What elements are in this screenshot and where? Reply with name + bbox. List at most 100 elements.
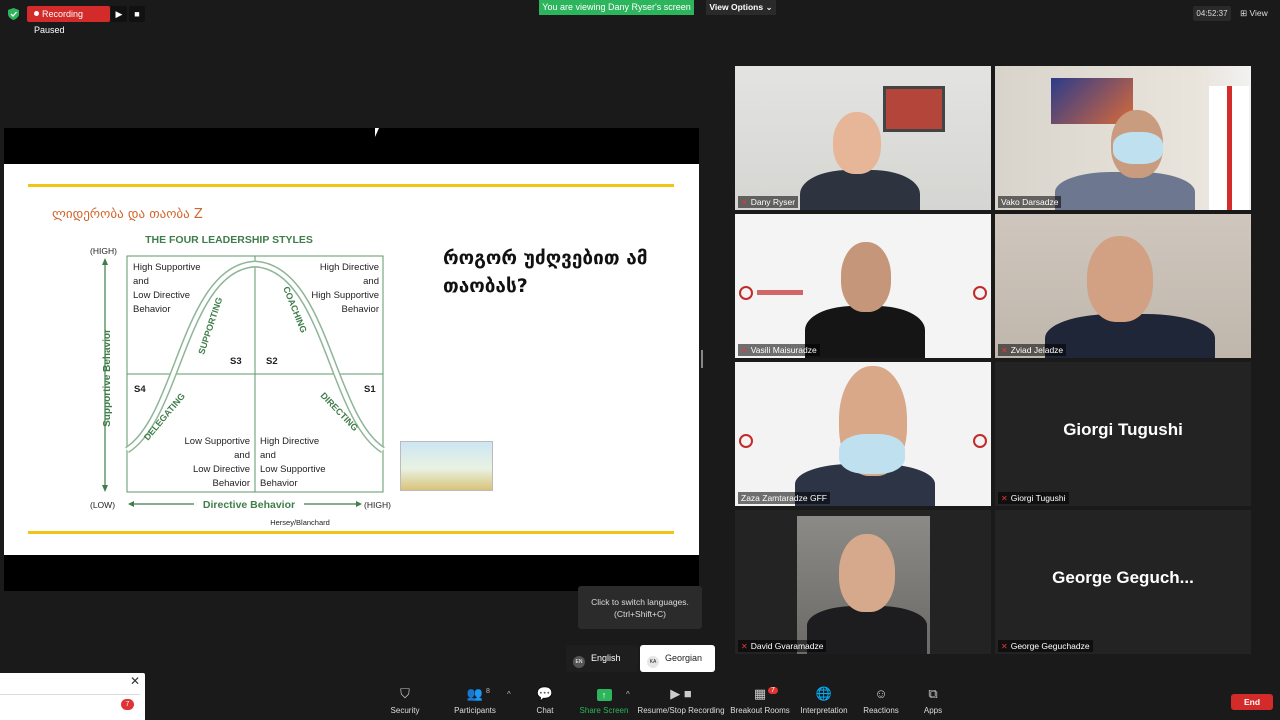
popup-divider <box>0 694 140 695</box>
apps-icon: ⧉ <box>928 686 938 701</box>
participant-name: Giorgi Tugushi <box>1010 493 1066 503</box>
mic-muted-icon: ✕ <box>1001 346 1008 355</box>
participants-caret-icon[interactable]: ^ <box>507 690 511 699</box>
resume-stop-recording-button[interactable]: ▶ ■ Resume/Stop Recording <box>636 686 726 715</box>
presentation-slide: ლიდერობა და თაობა Z THE FOUR LEADERSHIP … <box>4 164 699 555</box>
security-label: Security <box>390 706 420 715</box>
face-mask <box>839 434 905 474</box>
gff-logo <box>973 434 987 448</box>
breakout-rooms-button[interactable]: ▦ 7 Breakout Rooms <box>730 686 790 715</box>
cartoon-image <box>400 441 493 491</box>
mouse-cursor-icon <box>375 128 379 137</box>
participant-name-label: Vako Darsadze <box>998 196 1062 208</box>
end-meeting-button[interactable]: End <box>1231 694 1273 710</box>
participant-tile-zaza-zamtaradze[interactable]: Zaza Zamtaradze GFF <box>735 362 991 506</box>
interpretation-button[interactable]: 🌐 Interpretation <box>798 686 850 715</box>
slide-question: როგორ უძღვებით ამ თაობას? <box>443 247 648 297</box>
share-screen-label: Share Screen <box>579 706 629 715</box>
person-body <box>805 306 925 358</box>
x-high-label: (HIGH) <box>364 500 391 510</box>
chat-button[interactable]: 💬 Chat <box>532 686 558 715</box>
tooltip-line2: (Ctrl+Shift+C) <box>614 609 666 619</box>
diagram-title: THE FOUR LEADERSHIP STYLES <box>145 234 313 246</box>
view-options-button[interactable]: View Options ⌄ <box>706 0 776 15</box>
participant-name-label: Zaza Zamtaradze GFF <box>738 492 830 504</box>
leadership-styles-diagram: THE FOUR LEADERSHIP STYLES (HIGH) (LOW) … <box>90 234 391 527</box>
participant-tile-david-gvaramadze[interactable]: ✕ David Gvaramadze <box>735 510 991 654</box>
grid-icon: ⊞ <box>1240 8 1248 18</box>
view-button[interactable]: ⊞ View <box>1240 6 1268 21</box>
share-screen-icon: ↑ <box>578 686 630 702</box>
participant-tile-vako-darsadze[interactable]: Vako Darsadze <box>995 66 1251 210</box>
participant-tile-vasili-maisuradze[interactable]: ✕ Vasili Maisuradze <box>735 214 991 358</box>
viewing-screen-banner: You are viewing Dany Ryser's screen <box>539 0 694 15</box>
participant-name: David Gvaramadze <box>750 641 824 651</box>
close-icon[interactable]: ✕ <box>130 674 140 688</box>
stop-recording-button[interactable]: ■ <box>129 6 145 22</box>
participant-tile-giorgi-tugushi[interactable]: Giorgi Tugushi ✕ Giorgi Tugushi <box>995 362 1251 506</box>
reactions-button[interactable]: ☺ Reactions <box>862 686 900 715</box>
s3-desc-line2: and <box>133 276 149 287</box>
participants-button[interactable]: 👥 8 Participants <box>452 686 498 715</box>
chat-label: Chat <box>536 706 554 715</box>
participants-count: 8 <box>486 688 490 695</box>
mic-muted-icon: ✕ <box>741 642 748 651</box>
participant-name: Dany Ryser <box>750 197 796 207</box>
credit-label: Hersey/Blanchard <box>270 518 330 527</box>
language-georgian-button[interactable]: KA Georgian <box>640 645 715 672</box>
split-view-handle[interactable] <box>701 350 703 368</box>
s4-desc-line1: Low Supportive <box>185 436 250 447</box>
chevron-down-icon: ⌄ <box>765 2 773 12</box>
participant-tile-dany-ryser[interactable]: ✕ Dany Ryser <box>735 66 991 210</box>
security-button[interactable]: ⛉ Security <box>388 686 422 715</box>
participant-name-label: ✕ Zviad Jeladze <box>998 344 1067 356</box>
language-label: Georgian <box>665 653 703 663</box>
gff-logo <box>973 286 987 300</box>
share-screen-button[interactable]: ↑ Share Screen <box>578 686 630 715</box>
s2-label: S2 <box>266 356 278 367</box>
s3-desc-line3: Low Directive <box>133 290 190 301</box>
s1-desc-line2: and <box>260 450 276 461</box>
person-head <box>1087 236 1153 322</box>
mic-muted-icon: ✕ <box>1001 494 1008 503</box>
participant-tile-zviad-jeladze[interactable]: ✕ Zviad Jeladze <box>995 214 1251 358</box>
banner-text <box>757 290 803 295</box>
breakout-label: Breakout Rooms <box>730 706 790 715</box>
person-head <box>833 112 881 174</box>
s4-desc-line4: Behavior <box>213 478 251 489</box>
apps-button[interactable]: ⧉ Apps <box>920 686 946 715</box>
y-axis-label: Supportive Behavior <box>102 329 113 427</box>
language-switch-tooltip: Click to switch languages. (Ctrl+Shift+C… <box>578 586 702 629</box>
apps-label: Apps <box>923 706 943 715</box>
view-label: View <box>1249 8 1268 18</box>
resume-recording-button[interactable]: ▶ <box>111 6 127 22</box>
shield-check-icon[interactable] <box>8 8 19 20</box>
recording-status-badge: Recording Paused <box>27 6 110 35</box>
chat-popup: ✕ 7 <box>0 673 145 720</box>
people-icon: 👥 <box>466 686 484 701</box>
shield-icon: ⛉ <box>400 686 410 701</box>
shared-screen: ლიდერობა და თაობა Z THE FOUR LEADERSHIP … <box>4 128 699 591</box>
resume-stop-label: Resume/Stop Recording <box>637 706 725 715</box>
flag-stripe <box>1227 86 1232 210</box>
wall-picture <box>883 86 945 132</box>
view-options-label: View Options <box>709 2 764 12</box>
zoom-window: Recording Paused ▶ ■ You are viewing Dan… <box>0 0 1280 720</box>
x-axis-label: Directive Behavior <box>203 499 295 511</box>
participant-display-name: Giorgi Tugushi <box>1063 420 1183 439</box>
meeting-clock: 04:52:37 <box>1193 6 1231 21</box>
language-english-button[interactable]: EN English <box>566 645 638 672</box>
interpretation-label: Interpretation <box>800 706 848 715</box>
participant-tile-george-geguchadze[interactable]: George Geguch... ✕ George Geguchadze <box>995 510 1251 654</box>
slide-title: ლიდერობა და თაობა Z <box>52 207 203 222</box>
gff-logo <box>739 286 753 300</box>
tooltip-line1: Click to switch languages. <box>591 597 689 607</box>
s1-label: S1 <box>364 384 376 395</box>
s2-desc-line1: High Directive <box>320 262 379 273</box>
participant-name-label: ✕ Dany Ryser <box>738 196 799 208</box>
gff-logo <box>739 434 753 448</box>
language-code-badge: KA <box>647 656 659 668</box>
share-caret-icon[interactable]: ^ <box>626 690 630 699</box>
participant-name-label: ✕ David Gvaramadze <box>738 640 827 652</box>
s4-desc-line3: Low Directive <box>193 464 250 475</box>
